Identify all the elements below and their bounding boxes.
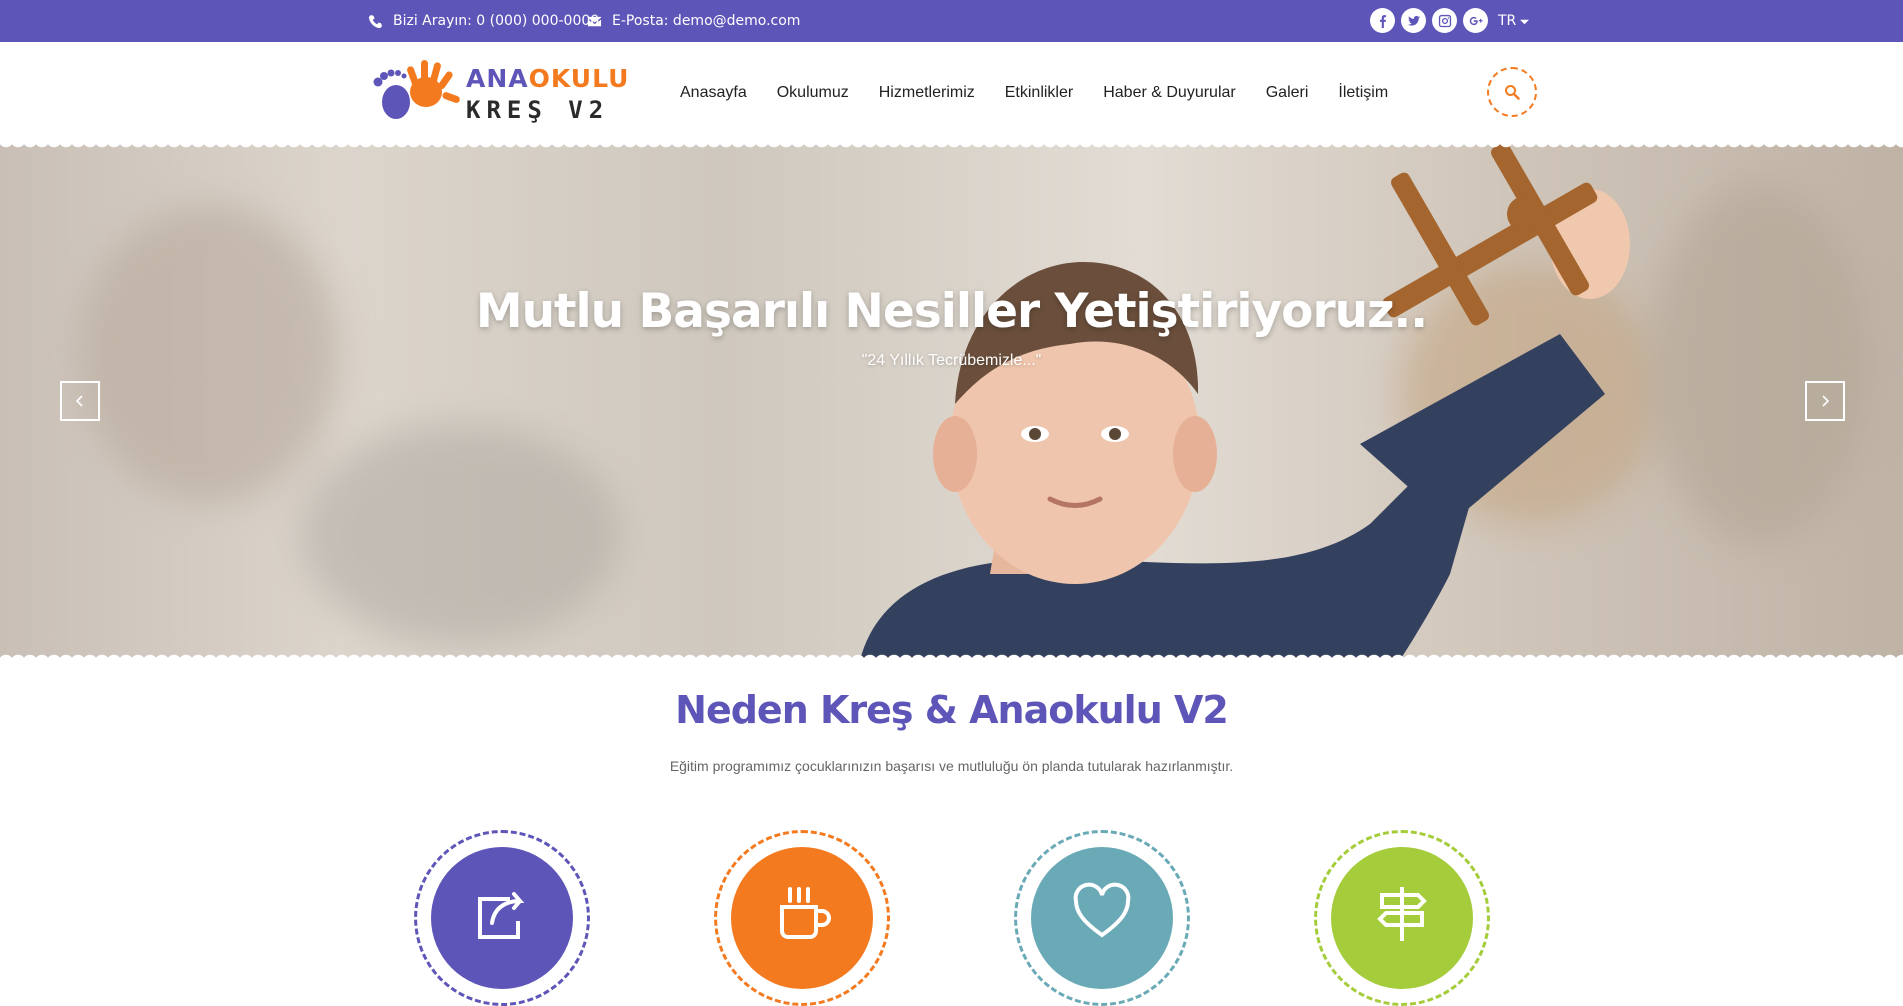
feature-share[interactable] bbox=[414, 830, 590, 1006]
nav-item-iletisim[interactable]: İletişim bbox=[1338, 84, 1388, 102]
nav-item-anasayfa[interactable]: Anasayfa bbox=[680, 84, 747, 102]
slider-prev-button[interactable] bbox=[60, 381, 100, 421]
feature-share-circle bbox=[431, 847, 573, 989]
logo-text-ana: ANA bbox=[466, 64, 529, 93]
hero-slider: Mutlu Başarılı Nesiller Yetiştiriyoruz..… bbox=[0, 144, 1903, 660]
nav-item-okulumuz[interactable]: Okulumuz bbox=[777, 84, 849, 102]
feature-signpost[interactable] bbox=[1314, 830, 1490, 1006]
site-logo[interactable]: ANAOKULU KREŞ V2 bbox=[368, 58, 628, 124]
scallop-divider-top bbox=[0, 136, 1903, 150]
feature-coffee[interactable] bbox=[714, 830, 890, 1006]
feature-heart[interactable] bbox=[1014, 830, 1190, 1006]
nav-item-hizmetlerimiz[interactable]: Hizmetlerimiz bbox=[879, 84, 975, 102]
email-label: E-Posta: demo@demo.com bbox=[612, 13, 801, 29]
chevron-right-icon bbox=[1822, 395, 1830, 407]
heart-icon bbox=[1073, 882, 1131, 938]
facebook-icon[interactable] bbox=[1370, 8, 1395, 33]
main-nav: Anasayfa Okulumuz Hizmetlerimiz Etkinlik… bbox=[668, 42, 1403, 144]
share-icon bbox=[478, 892, 525, 939]
section-title: Neden Kreş & Anaokulu V2 bbox=[675, 688, 1229, 732]
top-bar: Bizi Arayın: 0 (000) 000-0000 E-Posta: d… bbox=[0, 0, 1903, 42]
phone-icon bbox=[368, 14, 383, 28]
twitter-icon[interactable] bbox=[1401, 8, 1426, 33]
search-icon bbox=[1505, 85, 1520, 100]
email-contact[interactable]: E-Posta: demo@demo.com bbox=[587, 0, 800, 42]
slider-next-button[interactable] bbox=[1805, 381, 1845, 421]
scallop-divider-bottom bbox=[0, 652, 1903, 666]
phone-label: Bizi Arayın: 0 (000) 000-0000 bbox=[393, 13, 600, 29]
feature-signpost-circle bbox=[1331, 847, 1473, 989]
feature-heart-circle bbox=[1031, 847, 1173, 989]
language-selector[interactable]: TR bbox=[1498, 0, 1530, 42]
instagram-icon[interactable] bbox=[1432, 8, 1457, 33]
footprint-hand-logo-icon bbox=[373, 60, 460, 119]
caret-down-icon bbox=[1520, 19, 1530, 24]
hero-title: Mutlu Başarılı Nesiller Yetiştiriyoruz.. bbox=[475, 284, 1428, 339]
signpost-icon bbox=[1377, 887, 1427, 941]
search-button[interactable] bbox=[1487, 67, 1537, 117]
envelope-icon bbox=[587, 16, 602, 26]
site-header: ANAOKULU KREŞ V2 Anasayfa Okulumuz Hizme… bbox=[0, 42, 1903, 144]
hero-subtitle: "24 Yıllık Tecrübemizle..." bbox=[861, 352, 1042, 369]
language-label: TR bbox=[1498, 13, 1517, 29]
nav-item-haber-duyurular[interactable]: Haber & Duyurular bbox=[1103, 84, 1236, 102]
logo-text-okulu: OKULU bbox=[528, 64, 630, 93]
boy-with-toy-airplane-photo bbox=[860, 144, 1630, 660]
social-links bbox=[1370, 8, 1488, 33]
coffee-cup-icon bbox=[780, 887, 831, 939]
chevron-left-icon bbox=[75, 395, 83, 407]
google-plus-icon[interactable] bbox=[1463, 8, 1488, 33]
feature-coffee-circle bbox=[731, 847, 873, 989]
nav-item-etkinlikler[interactable]: Etkinlikler bbox=[1005, 84, 1073, 102]
logo-line-1: ANAOKULU bbox=[466, 64, 629, 93]
nav-item-galeri[interactable]: Galeri bbox=[1266, 84, 1309, 102]
logo-line-2: KREŞ V2 bbox=[466, 96, 610, 124]
phone-contact[interactable]: Bizi Arayın: 0 (000) 000-0000 bbox=[368, 0, 599, 42]
section-subtitle: Eğitim programımız çocuklarınızın başarı… bbox=[669, 758, 1234, 774]
